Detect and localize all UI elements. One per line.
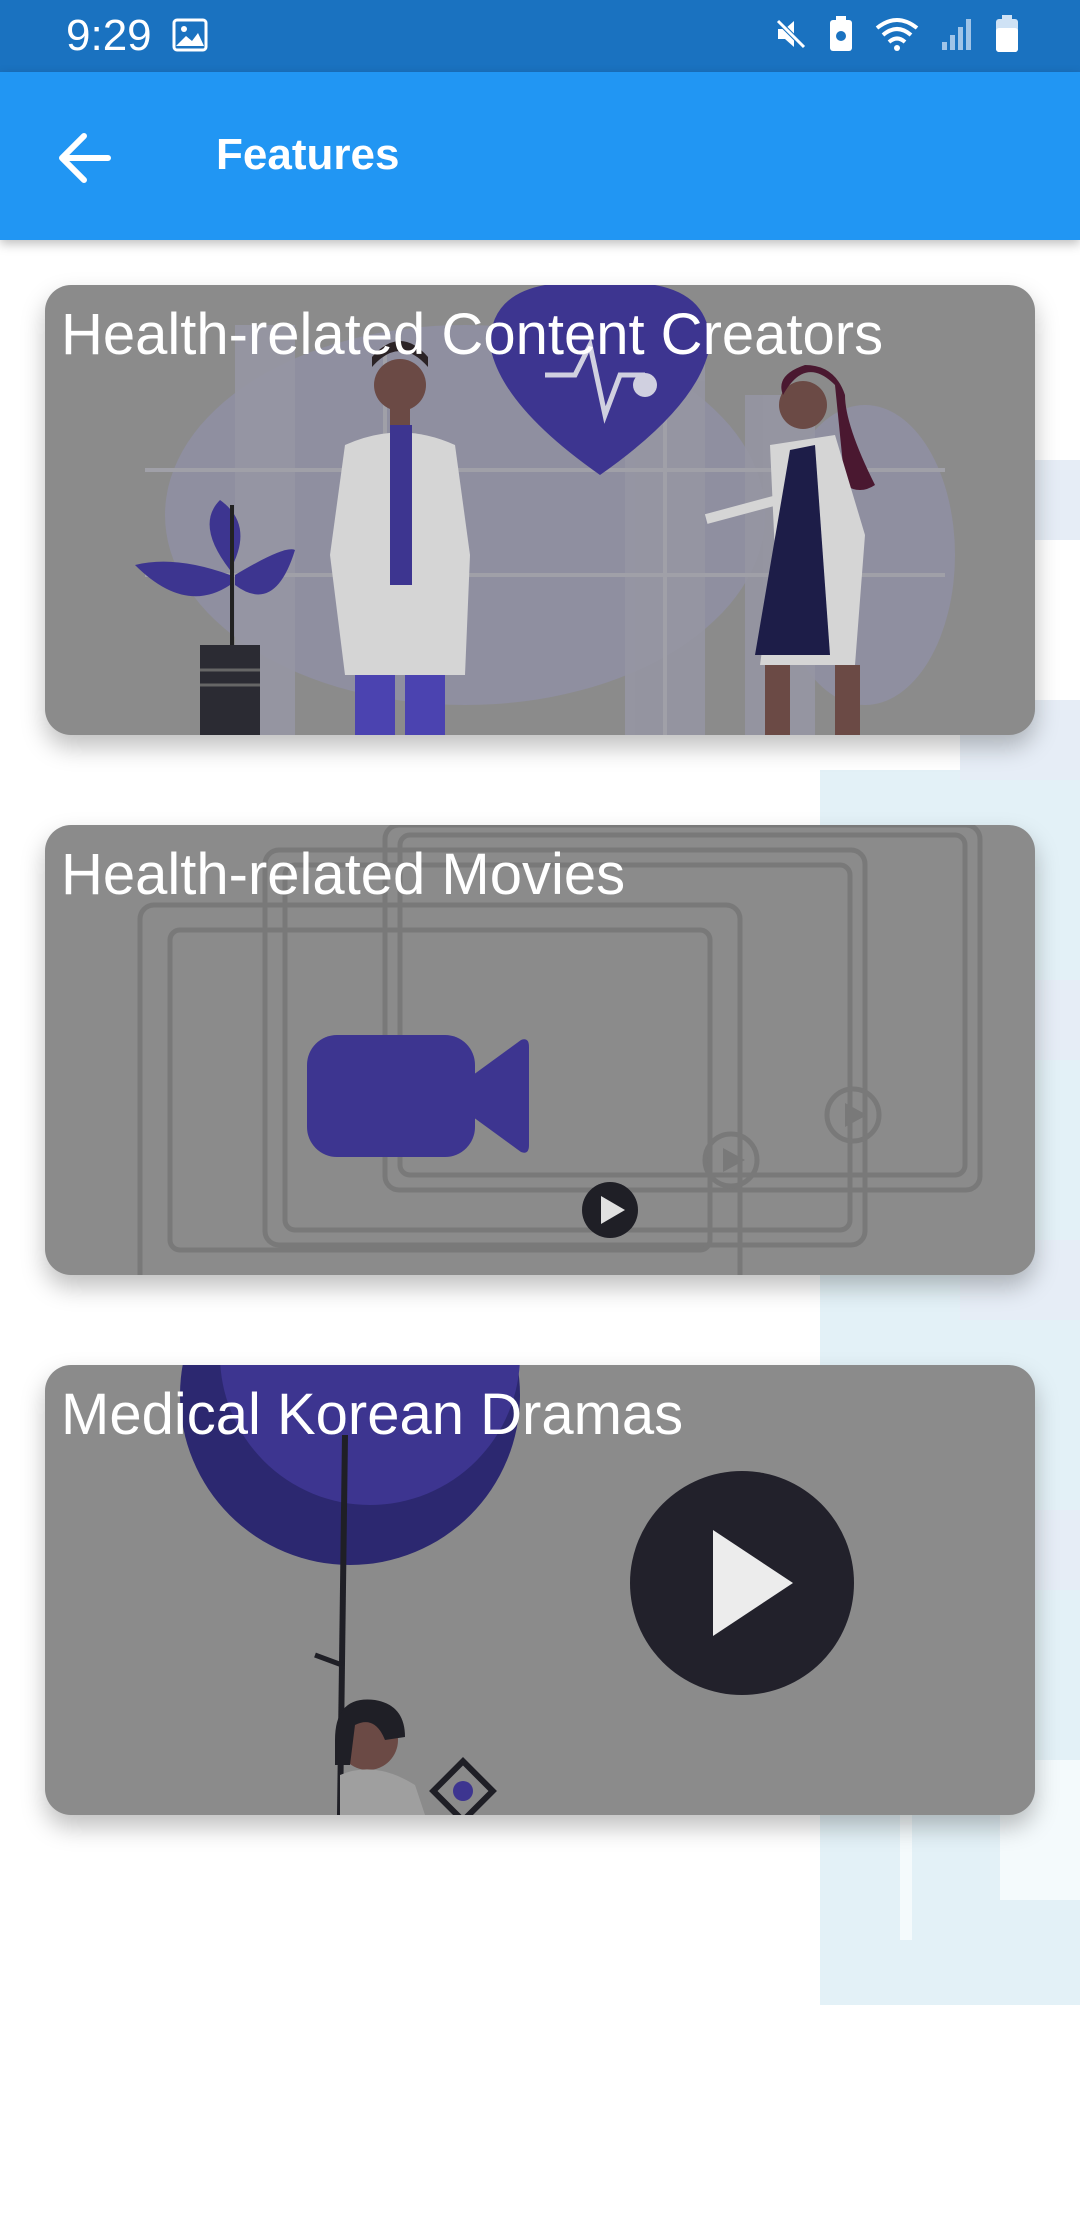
status-time: 9:29 [66,11,152,60]
battery-saver-icon [828,15,854,58]
feature-card-label: Health-related Movies [61,842,626,907]
feature-card-movies[interactable]: Health-related Movies [45,825,1035,1275]
wifi-icon [874,16,920,57]
status-bar: 9:29 [0,0,1080,72]
app-bar: Features [0,72,1080,240]
battery-icon [994,14,1020,59]
feature-card-korean-dramas[interactable]: Medical Korean Dramas [45,1365,1035,1815]
back-button[interactable] [50,122,122,194]
feature-card-label: Health-related Content Creators [61,302,884,367]
image-notification-icon [172,18,208,57]
signal-icon [940,16,974,57]
arrow-back-icon [59,133,111,183]
mute-icon [774,17,808,56]
feature-card-content-creators[interactable]: Health-related Content Creators [45,285,1035,735]
feature-card-label: Medical Korean Dramas [61,1382,684,1447]
page-title: Features [216,130,400,179]
